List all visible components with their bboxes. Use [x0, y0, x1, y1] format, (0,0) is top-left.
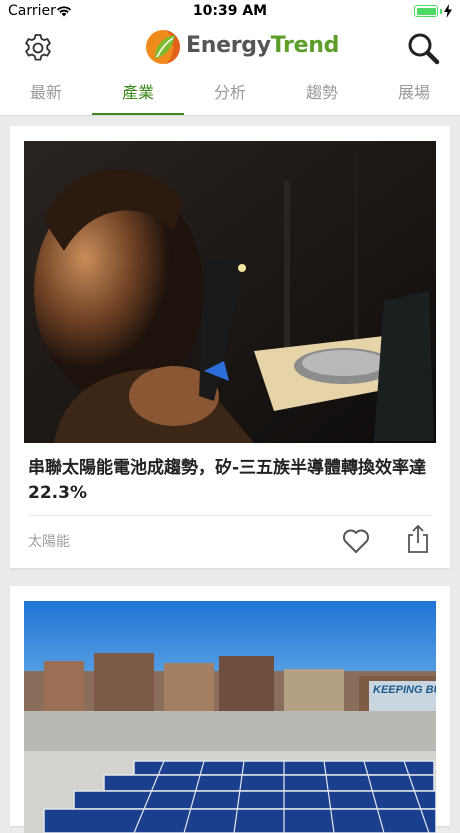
settings-gear-icon[interactable] — [22, 32, 54, 64]
energytrend-logo-icon — [146, 30, 180, 64]
category-tabs: 最新 產業 分析 趨勢 展場 — [0, 72, 460, 116]
tab-trends[interactable]: 趨勢 — [276, 72, 368, 115]
tab-exhibitions[interactable]: 展場 — [368, 72, 460, 115]
status-time: 10:39 AM — [192, 3, 268, 19]
card-divider — [28, 515, 432, 516]
tab-industry[interactable]: 產業 — [92, 72, 184, 115]
article-card[interactable]: KEEPING BUSI — [10, 586, 450, 833]
battery-icon — [414, 5, 438, 17]
status-bar: Carrier 10:39 AM — [0, 0, 460, 24]
logo-text-energy: Energy — [186, 33, 271, 58]
charging-icon — [444, 4, 452, 18]
article-category[interactable]: 太陽能 — [28, 531, 70, 551]
article-image[interactable]: KEEPING BUSI — [24, 601, 436, 833]
article-image[interactable] — [24, 141, 436, 443]
article-card[interactable]: 串聯太陽能電池成趨勢，矽-三五族半導體轉換效率達 22.3% 太陽能 — [10, 126, 450, 568]
app-logo-text: EnergyTrend — [186, 33, 339, 58]
billboard-text: KEEPING BUSI — [373, 684, 436, 696]
article-title[interactable]: 串聯太陽能電池成趨勢，矽-三五族半導體轉換效率達 22.3% — [28, 456, 432, 506]
app-header: EnergyTrend — [0, 24, 460, 72]
logo-text-trend: Trend — [270, 33, 340, 58]
tab-latest[interactable]: 最新 — [0, 72, 92, 115]
search-icon[interactable] — [406, 31, 440, 65]
share-icon[interactable] — [406, 524, 430, 554]
tab-analysis[interactable]: 分析 — [184, 72, 276, 115]
battery-tip — [440, 9, 442, 14]
favorite-heart-icon[interactable] — [342, 528, 370, 554]
